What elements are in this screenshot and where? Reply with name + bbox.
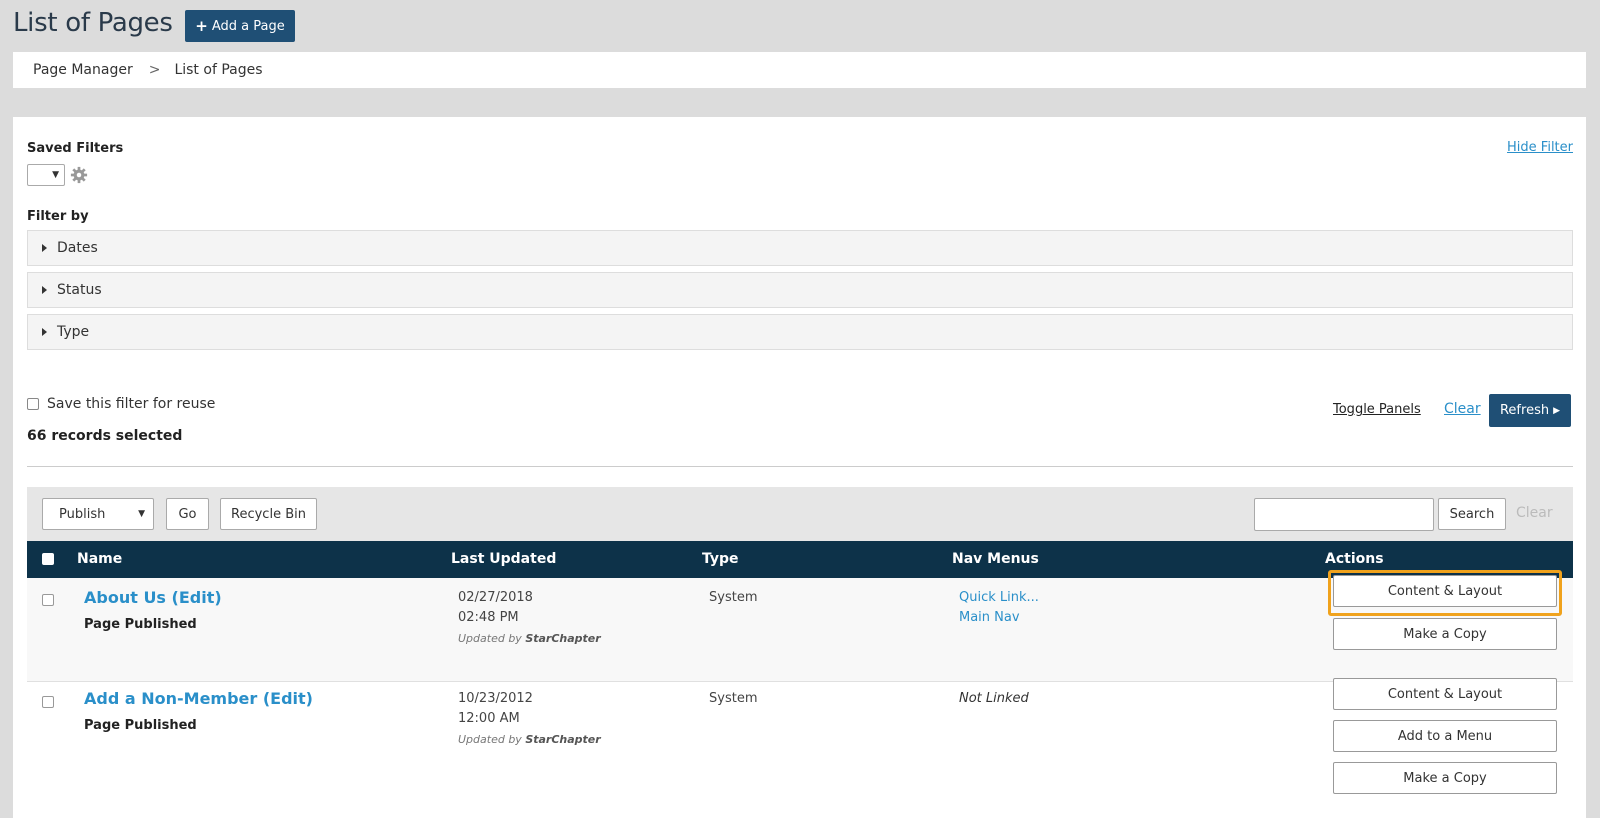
caret-right-icon xyxy=(42,244,47,252)
table-row: Add a Non-Member (Edit) Page Published 1… xyxy=(27,678,1573,818)
filter-panel-status[interactable]: Status xyxy=(27,272,1573,308)
page-name-link[interactable]: About Us (Edit) xyxy=(84,588,222,607)
caret-right-icon: ▶ xyxy=(1553,405,1560,416)
updated-time: 02:48 PM xyxy=(458,610,519,625)
updated-time: 12:00 AM xyxy=(458,711,520,726)
search-input[interactable] xyxy=(1254,498,1434,531)
recycle-bin-button[interactable]: Recycle Bin xyxy=(220,498,317,530)
updated-date: 02/27/2018 xyxy=(458,590,533,605)
records-count: 66 records selected xyxy=(27,428,183,444)
filter-panel-label: Type xyxy=(57,324,90,340)
table-row: About Us (Edit) Page Published 02/27/201… xyxy=(27,570,1573,682)
divider xyxy=(27,466,1573,467)
add-to-menu-button[interactable]: Add to a Menu xyxy=(1333,720,1557,752)
content-layout-button[interactable]: Content & Layout xyxy=(1333,678,1557,710)
gear-icon[interactable] xyxy=(70,166,88,184)
save-filter-label: Save this filter for reuse xyxy=(47,396,216,412)
chevron-right-icon: > xyxy=(148,62,161,78)
clear-search-link[interactable]: Clear xyxy=(1516,505,1553,521)
nav-menu-link[interactable]: Main Nav xyxy=(959,610,1020,625)
bulk-action-select[interactable]: Publish ▼ xyxy=(42,498,154,530)
nav-menu-link[interactable]: Quick Link... xyxy=(959,590,1039,605)
page-status: Page Published xyxy=(84,718,197,733)
filter-panel-label: Dates xyxy=(57,240,98,256)
caret-down-icon: ▼ xyxy=(52,170,59,180)
column-header-nav-menus: Nav Menus xyxy=(952,551,1039,567)
bulk-action-value: Publish xyxy=(59,506,106,522)
save-filter-option: Save this filter for reuse xyxy=(27,396,215,412)
saved-filters-label: Saved Filters xyxy=(27,141,124,156)
add-page-label: Add a Page xyxy=(211,18,285,34)
add-page-button[interactable]: + Add a Page xyxy=(185,10,295,42)
breadcrumb-item-current: List of Pages xyxy=(174,62,263,78)
caret-right-icon xyxy=(42,328,47,336)
plus-icon: + xyxy=(195,17,208,35)
column-header-name[interactable]: Name xyxy=(77,551,122,567)
column-header-type[interactable]: Type xyxy=(702,551,739,567)
toggle-panels-link[interactable]: Toggle Panels xyxy=(1333,402,1421,417)
make-copy-button[interactable]: Make a Copy xyxy=(1333,762,1557,794)
go-button[interactable]: Go xyxy=(166,498,209,530)
page-title: List of Pages xyxy=(13,8,173,38)
save-filter-checkbox[interactable] xyxy=(27,398,39,410)
saved-filters-select[interactable]: ▼ xyxy=(27,164,65,186)
nav-menu-status: Not Linked xyxy=(959,691,1029,706)
select-all-checkbox[interactable] xyxy=(42,553,54,565)
column-header-actions: Actions xyxy=(1325,551,1384,567)
refresh-label: Refresh xyxy=(1499,403,1550,418)
row-checkbox[interactable] xyxy=(42,696,54,708)
updated-date: 10/23/2012 xyxy=(458,691,533,706)
filter-panel-label: Status xyxy=(57,282,102,298)
content-layout-button[interactable]: Content & Layout xyxy=(1333,575,1557,607)
caret-down-icon: ▼ xyxy=(138,509,145,519)
breadcrumb: Page Manager > List of Pages xyxy=(13,52,1586,88)
make-copy-button[interactable]: Make a Copy xyxy=(1333,618,1557,650)
filter-panel-dates[interactable]: Dates xyxy=(27,230,1573,266)
column-header-last-updated[interactable]: Last Updated xyxy=(451,551,556,567)
page-status: Page Published xyxy=(84,617,197,632)
page-type: System xyxy=(709,590,758,605)
clear-filter-link[interactable]: Clear xyxy=(1444,401,1481,417)
caret-right-icon xyxy=(42,286,47,294)
refresh-button[interactable]: Refresh ▶ xyxy=(1489,394,1571,427)
row-checkbox[interactable] xyxy=(42,594,54,606)
search-button[interactable]: Search xyxy=(1438,498,1506,530)
filter-panel-type[interactable]: Type xyxy=(27,314,1573,350)
breadcrumb-item-page-manager[interactable]: Page Manager xyxy=(33,62,133,78)
hide-filter-link[interactable]: Hide Filter xyxy=(1507,140,1573,155)
page-name-link[interactable]: Add a Non-Member (Edit) xyxy=(84,689,313,708)
page-type: System xyxy=(709,691,758,706)
filter-by-label: Filter by xyxy=(27,209,89,224)
updated-by: Updated by StarChapter xyxy=(458,632,601,645)
updated-by: Updated by StarChapter xyxy=(458,733,601,746)
